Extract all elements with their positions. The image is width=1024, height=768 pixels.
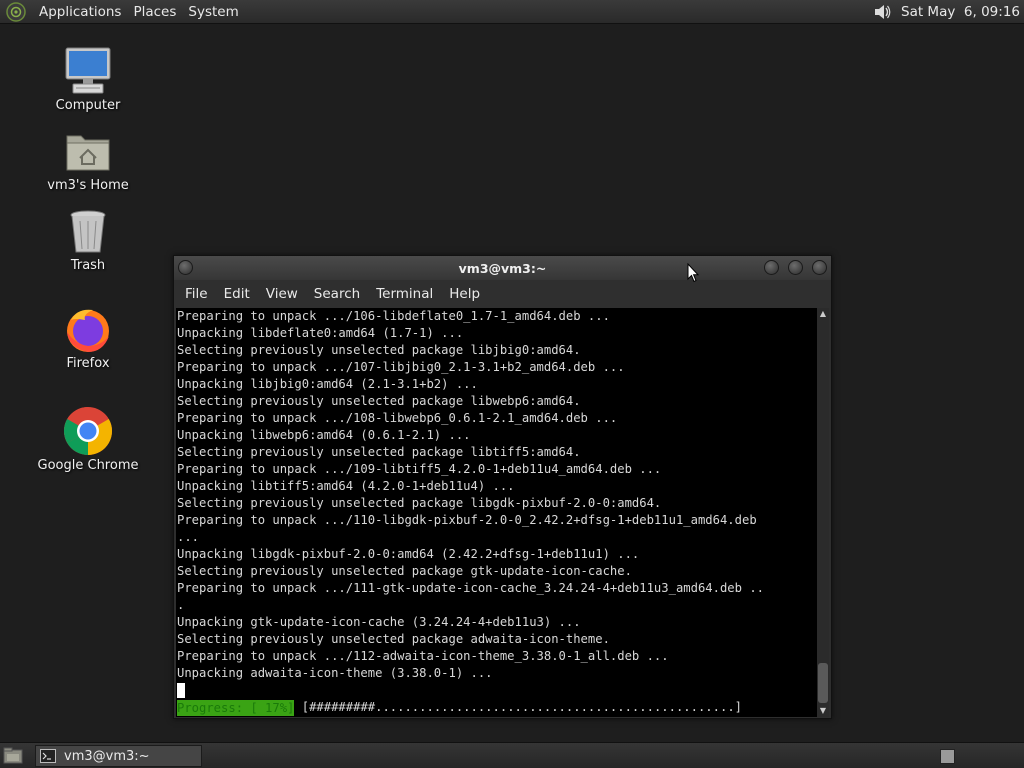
terminal-line: Selecting previously unselected package … [177, 496, 662, 510]
taskbar-item-terminal[interactable]: vm3@vm3:~ [35, 745, 202, 767]
minimize-button[interactable] [764, 260, 779, 275]
desktop-icon-label: Trash [70, 258, 106, 273]
desktop-icon-label: Google Chrome [37, 458, 139, 473]
terminal-menubar: File Edit View Search Terminal Help [174, 280, 831, 308]
menu-help[interactable]: Help [441, 286, 488, 302]
scroll-up-icon[interactable]: ▲ [817, 308, 829, 320]
desktop-icon-label: Firefox [66, 356, 110, 371]
speaker-icon[interactable] [871, 1, 893, 23]
terminal-line: Unpacking libjbig0:amd64 (2.1-3.1+b2) ..… [177, 377, 478, 391]
scroll-thumb[interactable] [818, 663, 828, 703]
desktop-icon-home[interactable]: vm3's Home [33, 128, 143, 193]
scroll-down-icon[interactable]: ▼ [817, 705, 829, 717]
apt-progress: Progress: [ 17%] [#########.............… [177, 699, 749, 716]
cursor-line [177, 682, 185, 699]
close-button[interactable] [812, 260, 827, 275]
menu-file[interactable]: File [177, 286, 216, 302]
menu-system[interactable]: System [182, 4, 244, 20]
menu-terminal[interactable]: Terminal [368, 286, 441, 302]
desktop-icon-trash[interactable]: Trash [33, 208, 143, 273]
menu-search[interactable]: Search [306, 286, 368, 302]
taskbar-item-label: vm3@vm3:~ [64, 748, 150, 764]
maximize-button[interactable] [788, 260, 803, 275]
mouse-pointer-icon [687, 263, 699, 283]
terminal-lines: Preparing to unpack .../106-libdeflate0_… [177, 308, 817, 682]
show-desktop-icon[interactable] [3, 747, 23, 765]
progress-bar: [#########..............................… [294, 700, 750, 714]
terminal-window[interactable]: vm3@vm3:~ File Edit View Search Terminal… [173, 255, 832, 719]
top-panel: Applications Places System Sat May 6, 09… [0, 0, 1024, 24]
terminal-line: Preparing to unpack .../112-adwaita-icon… [177, 649, 669, 663]
terminal-line: Unpacking libwebp6:amd64 (0.6.1-2.1) ... [177, 428, 471, 442]
home-folder-icon [66, 135, 110, 171]
progress-label: Progress: [ 17%] [177, 699, 295, 716]
chrome-icon [63, 407, 113, 455]
desktop-icon-label: vm3's Home [47, 178, 129, 193]
trash-icon [70, 210, 106, 253]
terminal-line: Preparing to unpack .../108-libwebp6_0.6… [177, 411, 618, 425]
terminal-line: Selecting previously unselected package … [177, 564, 632, 578]
terminal-output[interactable]: Preparing to unpack .../106-libdeflate0_… [176, 308, 817, 717]
terminal-line: ... [177, 530, 200, 544]
terminal-line: Preparing to unpack .../111-gtk-update-i… [177, 581, 764, 595]
desktop-icon-label: Computer [55, 98, 121, 113]
terminal-line: Preparing to unpack .../110-libgdk-pixbu… [177, 513, 757, 527]
computer-icon [65, 47, 111, 94]
terminal-line: Unpacking gtk-update-icon-cache (3.24.24… [177, 615, 581, 629]
menu-places[interactable]: Places [127, 4, 182, 20]
menu-view[interactable]: View [258, 286, 306, 302]
window-menu-button[interactable] [178, 260, 193, 275]
menu-applications[interactable]: Applications [33, 4, 127, 20]
terminal-line: Selecting previously unselected package … [177, 343, 581, 357]
terminal-line: Unpacking adwaita-icon-theme (3.38.0-1) … [177, 666, 493, 680]
terminal-line: Unpacking libdeflate0:amd64 (1.7-1) ... [177, 326, 464, 340]
terminal-line: Preparing to unpack .../109-libtiff5_4.2… [177, 462, 662, 476]
workspace-switcher[interactable] [940, 749, 955, 764]
terminal-line: . [177, 598, 185, 612]
distro-logo-icon[interactable] [5, 1, 27, 23]
terminal-icon [40, 749, 56, 763]
window-titlebar[interactable]: vm3@vm3:~ [174, 256, 831, 280]
firefox-icon [67, 309, 109, 352]
terminal-scrollbar[interactable]: ▲ ▼ [817, 308, 829, 717]
terminal-line: Preparing to unpack .../107-libjbig0_2.1… [177, 360, 625, 374]
terminal-line: Unpacking libgdk-pixbuf-2.0-0:amd64 (2.4… [177, 547, 640, 561]
window-title: vm3@vm3:~ [458, 260, 547, 276]
desktop-icon-firefox[interactable]: Firefox [33, 306, 143, 371]
desktop-icon-computer[interactable]: Computer [33, 46, 143, 113]
terminal-line: Unpacking libtiff5:amd64 (4.2.0-1+deb11u… [177, 479, 515, 493]
terminal-line: Selecting previously unselected package … [177, 445, 581, 459]
terminal-line: Selecting previously unselected package … [177, 394, 581, 408]
menu-edit[interactable]: Edit [216, 286, 258, 302]
terminal-line: Selecting previously unselected package … [177, 632, 610, 646]
terminal-line: Preparing to unpack .../106-libdeflate0_… [177, 309, 610, 323]
bottom-panel: vm3@vm3:~ [0, 742, 1024, 768]
text-cursor [177, 683, 185, 698]
desktop-icon-chrome[interactable]: Google Chrome [33, 406, 143, 473]
clock[interactable]: Sat May 6, 09:16 [901, 4, 1020, 20]
